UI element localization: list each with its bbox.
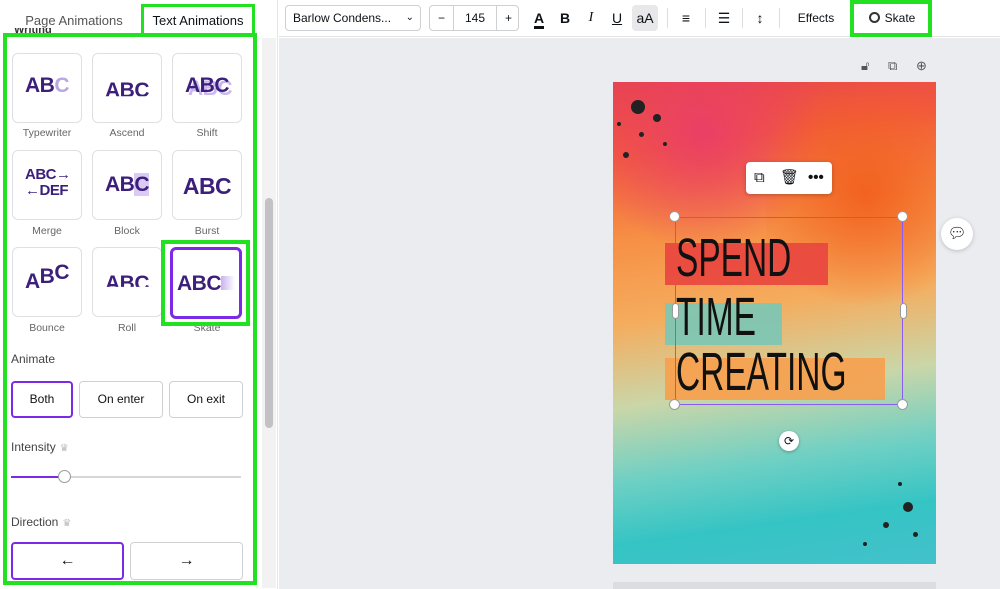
duplicate-icon[interactable]: ⧉	[754, 167, 765, 189]
duplicate-page-icon[interactable]: ⧉	[888, 58, 897, 74]
text-color-button[interactable]: A	[529, 5, 549, 31]
list-icon[interactable]: ☰	[713, 5, 735, 31]
panel-scrollbar[interactable]	[262, 38, 276, 588]
animate-button-highlight	[850, 0, 932, 37]
font-family-value: Barlow Condens...	[293, 11, 392, 25]
effects-button[interactable]: Effects	[789, 5, 843, 31]
letter-case-button[interactable]: aA	[632, 5, 658, 31]
paint-splatter	[913, 532, 918, 537]
paint-splatter	[631, 100, 645, 114]
italic-button[interactable]: I	[581, 5, 601, 31]
paint-splatter	[653, 114, 661, 122]
increase-size-button[interactable]: +	[496, 6, 520, 30]
toolbar-divider	[705, 8, 706, 28]
paint-splatter	[898, 482, 902, 486]
underline-button[interactable]: U	[607, 5, 627, 31]
paint-splatter	[639, 132, 644, 137]
resize-handle-left[interactable]	[672, 303, 679, 319]
font-family-dropdown[interactable]: Barlow Condens... ⌄	[285, 5, 421, 31]
toolbar-divider	[779, 8, 780, 28]
paint-splatter	[617, 122, 621, 126]
add-page-icon[interactable]: ⊕	[916, 58, 927, 74]
paint-splatter	[863, 542, 867, 546]
more-options-icon[interactable]: •••	[808, 167, 824, 189]
panel-scrollbar-thumb[interactable]	[265, 198, 273, 428]
bold-button[interactable]: B	[555, 5, 575, 31]
next-page-preview	[613, 582, 936, 589]
resize-handle-top-right[interactable]	[897, 211, 908, 222]
paint-splatter	[883, 522, 889, 528]
chevron-down-icon: ⌄	[405, 12, 414, 23]
paint-splatter	[903, 502, 913, 512]
tab-highlight	[141, 4, 255, 36]
element-context-menu: ⧉ 🗑︎ •••	[746, 162, 832, 194]
spacing-icon[interactable]: ↕	[749, 5, 771, 31]
add-comment-icon[interactable]: 💬︎	[941, 218, 973, 250]
rotate-icon[interactable]: ⟳	[779, 431, 799, 451]
panel-highlight	[3, 33, 257, 585]
decrease-size-button[interactable]: −	[430, 6, 454, 30]
text-color-icon: A	[533, 10, 545, 29]
toolbar-divider	[667, 8, 668, 28]
font-size-input[interactable]: 145	[454, 6, 496, 30]
paint-splatter	[623, 152, 629, 158]
resize-handle-bottom-left[interactable]	[669, 399, 680, 410]
paint-splatter	[663, 142, 667, 146]
resize-handle-right[interactable]	[900, 303, 907, 319]
align-left-icon[interactable]: ≡	[675, 5, 697, 31]
resize-handle-bottom-right[interactable]	[897, 399, 908, 410]
toolbar-divider	[742, 8, 743, 28]
font-size-control: − 145 +	[429, 5, 519, 31]
resize-handle-top-left[interactable]	[669, 211, 680, 222]
lock-icon[interactable]: 🔓︎	[861, 58, 869, 74]
trash-icon[interactable]: 🗑︎	[780, 167, 799, 189]
selection-box[interactable]	[675, 217, 903, 405]
animation-panel: Page Animations Text Animations Writing …	[0, 0, 278, 589]
